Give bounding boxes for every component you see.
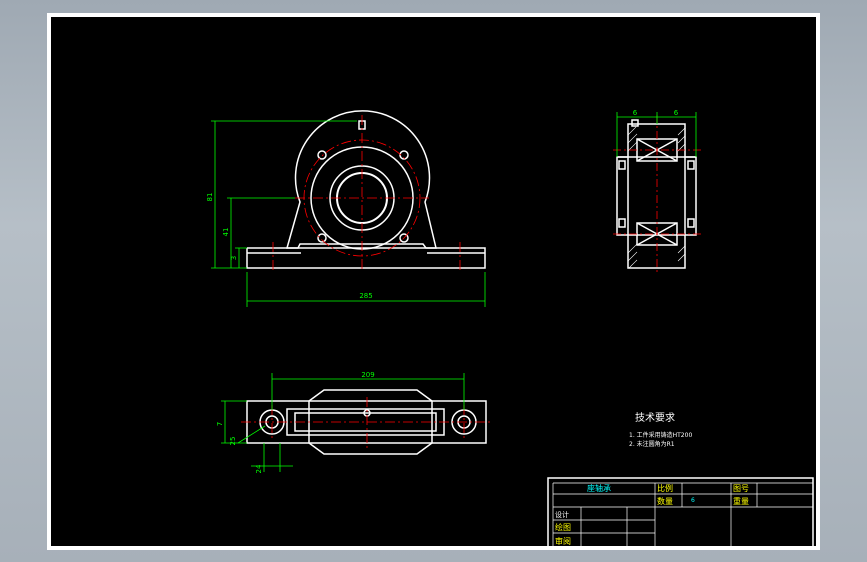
side-seal-left-bottom [618,218,626,228]
front-housing-outline [286,110,437,249]
tb-scale-label: 比例 [657,483,673,493]
tb-weight-label: 重量 [733,496,749,506]
dim-width-text: 285 [359,292,372,300]
hatch-line [627,126,637,136]
tech-heading: 技术要求 [635,411,675,424]
dim-base-text: 3 [230,256,238,260]
tb-qty-label: 数量 [657,496,673,506]
hatch-line [628,259,638,269]
tech-item-2: 2. 未注圆角为R1 [629,440,675,448]
drawing-sheet: 81 41 3 285 6 6 209 7 25 24 技术要求 1. 工件采用… [47,13,820,550]
hatch-line [627,251,638,262]
hatch-line [677,135,686,144]
hatch-line [627,133,638,144]
dim-center-height-text: 41 [222,228,230,237]
tb-review-label: 审阅 [555,536,571,546]
side-grease-nipple [631,119,639,127]
top-dim-depth-text: 7 [216,422,224,426]
hatch-line [677,253,686,262]
side-dim-left-text: 6 [633,109,638,117]
front-view [246,110,486,269]
top-dim-length-text: 209 [361,371,374,379]
top-dim-leader-slot [237,425,266,444]
tb-drawn-label: 绘图 [555,522,571,532]
top-dimensions [221,373,465,472]
tb-qty-value: 6 [691,497,695,504]
top-dim-slot-text: 25 [229,437,237,446]
side-dim-right-text: 6 [674,109,679,117]
top-centerlines [241,397,493,449]
hatch-line [677,127,686,136]
side-centerlines [613,115,701,273]
hatch-line [627,243,638,254]
front-bolt-hole-tl [317,150,327,160]
tb-part-name: 座轴承 [587,483,611,493]
title-block-text: 座轴承 比例 图号 数量 6 重量 设计 绘图 审阅 [555,483,749,546]
tb-drawing-no-label: 图号 [733,484,749,493]
hatch-line [677,245,686,254]
side-seal-right-top [687,160,695,170]
side-dimension-text: 6 6 [633,109,679,117]
tb-design-label: 设计 [555,510,569,519]
side-seal-left-top [618,160,626,170]
dim-total-height-text: 81 [206,193,214,202]
tech-requirements: 技术要求 1. 工件采用铸造HT200 2. 未注圆角为R1 [629,411,692,448]
front-bolt-hole-bl [317,233,327,243]
top-dim-hole-text: 24 [255,464,263,473]
side-seal-right-bottom [687,218,695,228]
tech-item-1: 1. 工件采用铸造HT200 [629,431,692,439]
cad-drawing: 81 41 3 285 6 6 209 7 25 24 技术要求 1. 工件采用… [206,109,814,549]
